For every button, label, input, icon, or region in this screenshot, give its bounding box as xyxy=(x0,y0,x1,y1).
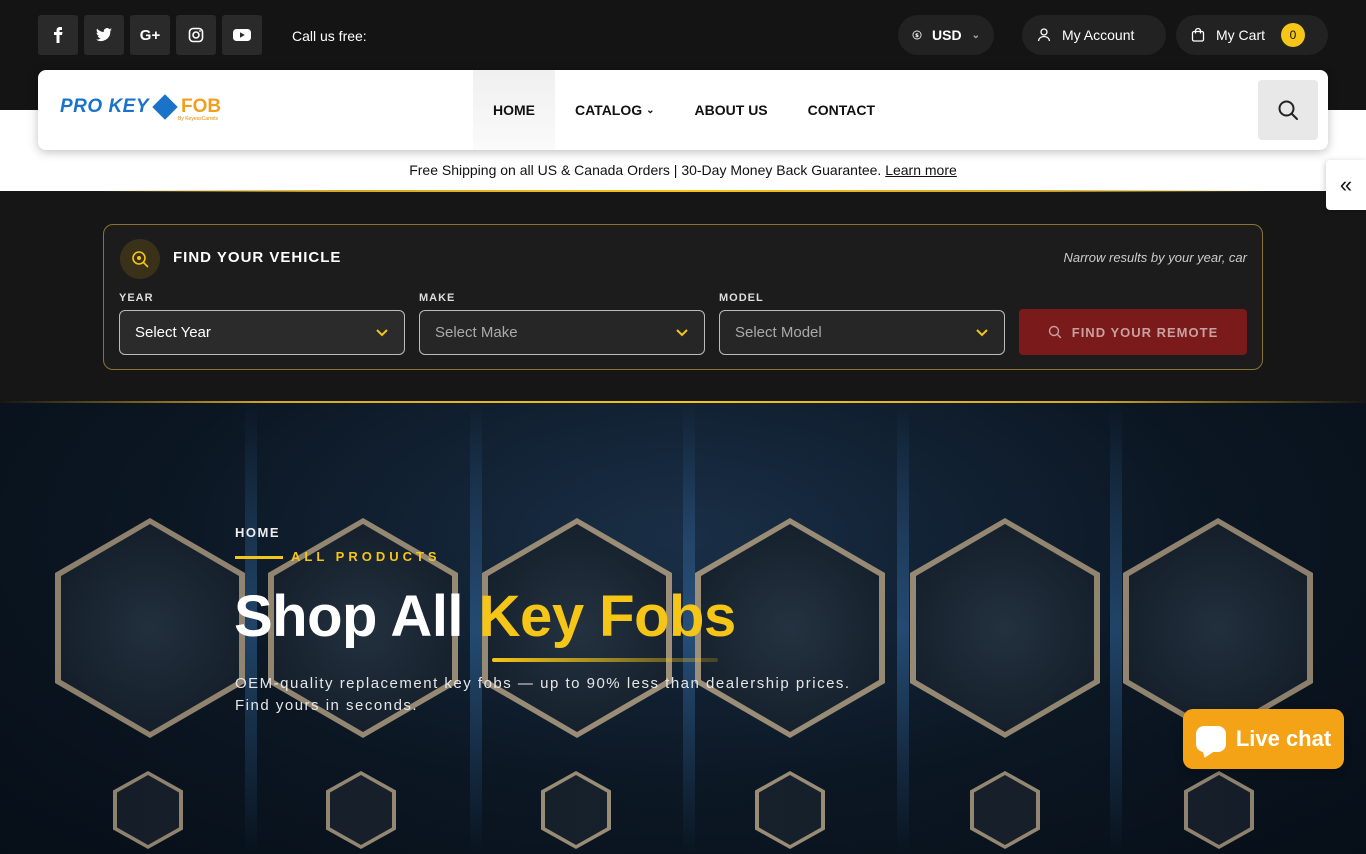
make-select-value: Select Make xyxy=(435,324,518,341)
learn-more-link[interactable]: Learn more xyxy=(885,162,957,178)
my-account-label: My Account xyxy=(1062,27,1135,43)
eyebrow-accent-line xyxy=(235,556,283,559)
chevron-down-icon xyxy=(976,328,988,336)
model-label: MODEL xyxy=(719,292,764,304)
finder-title: FIND YOUR VEHICLE xyxy=(173,249,342,266)
year-label: YEAR xyxy=(119,292,154,304)
social-links: G+ xyxy=(38,15,262,55)
my-cart-label: My Cart xyxy=(1216,27,1265,43)
side-panel-toggle[interactable]: « xyxy=(1326,160,1366,210)
title-accent: Key Fobs xyxy=(478,584,737,649)
page-title: Shop All Key Fobs xyxy=(234,583,736,650)
search-button[interactable] xyxy=(1258,80,1318,140)
google-plus-glyph: G+ xyxy=(139,26,161,44)
model-select-value: Select Model xyxy=(735,324,822,341)
facebook-icon[interactable] xyxy=(38,15,78,55)
model-select[interactable]: Select Model xyxy=(719,310,1005,355)
search-icon xyxy=(1048,325,1061,339)
chevron-down-icon xyxy=(676,328,688,336)
svg-text:$: $ xyxy=(915,33,919,39)
user-icon xyxy=(1037,28,1051,42)
hero-subtitle-line1: OEM-quality replacement key fobs — up to… xyxy=(235,675,851,692)
call-us-label: Call us free: xyxy=(292,28,367,44)
hero-subtitle: OEM-quality replacement key fobs — up to… xyxy=(235,673,915,717)
search-icon xyxy=(1278,100,1298,120)
announcement-text: Free Shipping on all US & Canada Orders … xyxy=(0,162,1366,178)
live-chat-button[interactable]: Live chat xyxy=(1183,709,1344,769)
hero-subtitle-line2: Find yours in seconds. xyxy=(235,697,419,714)
find-remote-button[interactable]: FIND YOUR REMOTE xyxy=(1019,309,1247,355)
breadcrumb[interactable]: HOME xyxy=(235,525,280,540)
find-remote-label: FIND YOUR REMOTE xyxy=(1071,324,1219,340)
google-plus-icon[interactable]: G+ xyxy=(130,15,170,55)
my-account-button[interactable]: My Account xyxy=(1022,15,1166,55)
nav-catalog-label: CATALOG xyxy=(575,102,643,118)
main-nav: HOME CATALOG ⌄ ABOUT US CONTACT xyxy=(473,70,895,150)
nav-home-label: HOME xyxy=(493,102,535,118)
main-header: PRO KEY FOB By KeyessCarrets HOME CATALO… xyxy=(38,70,1328,150)
chevron-down-icon: ⌄ xyxy=(971,29,980,41)
hero-banner: HOME ALL PRODUCTS Shop All Key Fobs OEM-… xyxy=(0,403,1366,854)
nav-home[interactable]: HOME xyxy=(473,70,555,150)
currency-value: USD xyxy=(932,27,962,43)
key-diamond-icon xyxy=(152,94,178,120)
chat-bubble-icon xyxy=(1195,726,1226,752)
chevron-down-icon: ⌄ xyxy=(646,104,655,116)
gold-divider-top xyxy=(100,190,1266,192)
logo-text-pro: PRO KEY xyxy=(60,96,150,117)
currency-selector[interactable]: $ USD ⌄ xyxy=(898,15,994,55)
nav-about-label: ABOUT US xyxy=(694,102,768,118)
make-select[interactable]: Select Make xyxy=(419,310,705,355)
dollar-circle-icon: $ xyxy=(912,30,922,40)
nav-catalog[interactable]: CATALOG ⌄ xyxy=(555,70,675,150)
eyebrow-text: ALL PRODUCTS xyxy=(291,549,441,564)
finder-hint: Narrow results by your year, car xyxy=(1063,250,1247,265)
nav-about-us[interactable]: ABOUT US xyxy=(675,70,788,150)
my-cart-button[interactable]: My Cart 0 xyxy=(1176,15,1328,55)
twitter-icon[interactable] xyxy=(84,15,124,55)
instagram-icon[interactable] xyxy=(176,15,216,55)
site-logo[interactable]: PRO KEY FOB By KeyessCarrets xyxy=(60,94,222,122)
youtube-icon[interactable] xyxy=(222,15,262,55)
nav-contact[interactable]: CONTACT xyxy=(788,70,895,150)
logo-tagline: By KeyessCarrets xyxy=(178,116,219,122)
shopping-bag-icon xyxy=(1191,27,1205,42)
search-car-icon xyxy=(120,239,160,279)
title-plain: Shop All xyxy=(234,584,479,649)
vehicle-finder: FIND YOUR VEHICLE Narrow results by your… xyxy=(103,224,1263,370)
logo-text-fob: FOB xyxy=(181,96,222,117)
year-select-value: Select Year xyxy=(135,324,211,341)
year-select[interactable]: Select Year xyxy=(119,310,405,355)
announcement-message: Free Shipping on all US & Canada Orders … xyxy=(409,162,886,178)
cart-count-badge: 0 xyxy=(1281,23,1305,47)
live-chat-label: Live chat xyxy=(1235,726,1332,751)
title-underline xyxy=(492,658,718,662)
chevron-down-icon xyxy=(376,328,388,336)
nav-contact-label: CONTACT xyxy=(807,102,876,118)
make-label: MAKE xyxy=(419,292,456,304)
